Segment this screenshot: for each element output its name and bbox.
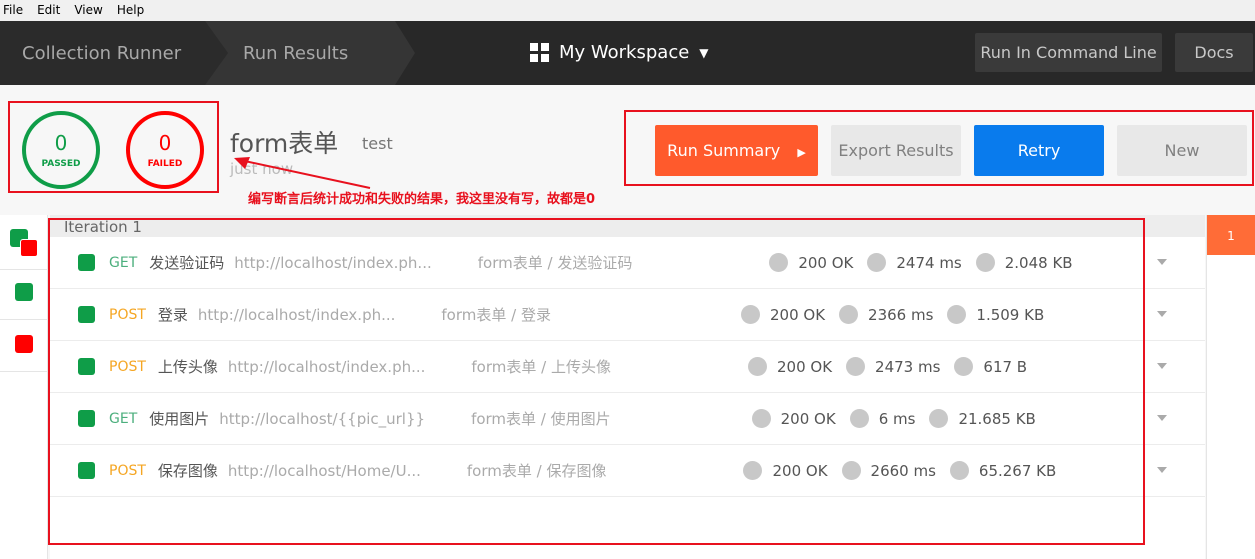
caret-right-icon: ▶ [797, 146, 806, 159]
request-method: GET [109, 410, 138, 427]
size-dot-icon [949, 461, 969, 480]
expand-chevron-icon[interactable] [1157, 311, 1167, 317]
response-status: 200 OK [769, 305, 826, 324]
expand-chevron-icon[interactable] [1157, 363, 1167, 369]
time-dot-icon [867, 253, 887, 272]
time-dot-icon [839, 305, 859, 324]
expand-chevron-icon[interactable] [1157, 259, 1167, 265]
response-time: 2660 ms [870, 461, 936, 480]
pass-status-icon [78, 410, 95, 427]
menu-file[interactable]: File [3, 0, 23, 21]
response-time: 2366 ms [868, 305, 934, 324]
request-path: form表单 / 发送验证码 [477, 254, 633, 272]
response-size: 2.048 KB [1004, 253, 1073, 272]
response-size: 617 B [983, 357, 1028, 376]
size-dot-icon [929, 409, 949, 428]
size-dot-icon [954, 357, 974, 376]
response-size: 1.509 KB [976, 305, 1045, 324]
menu-edit[interactable]: Edit [37, 0, 60, 21]
request-url: http://localhost/index.ph... [234, 253, 432, 272]
request-url: http://localhost/Home/U... [227, 461, 421, 480]
size-dot-icon [975, 253, 995, 272]
request-row[interactable]: POST 登录 http://localhost/index.ph... for… [50, 289, 1205, 341]
size-dot-icon [947, 305, 967, 324]
workspace-switcher[interactable]: My Workspace ▼ [530, 42, 709, 63]
iteration-tab-1[interactable]: 1 [1207, 215, 1255, 255]
pass-status-icon [78, 462, 95, 479]
export-results-button[interactable]: Export Results [831, 125, 961, 176]
environment-name: test [362, 134, 393, 153]
workspace-grid-icon [530, 43, 549, 62]
failed-counter: 0 FAILED [126, 111, 204, 189]
iterations-panel: 1 [1206, 215, 1255, 559]
retry-button[interactable]: Retry [974, 125, 1104, 176]
request-path: form表单 / 上传头像 [471, 358, 611, 376]
annotation-note: 编写断言后统计成功和失败的结果，我这里没有写，故都是0 [248, 192, 596, 207]
fail-square-icon [20, 239, 38, 257]
request-path: form表单 / 保存图像 [466, 462, 607, 480]
status-dot-icon [747, 357, 767, 376]
response-time: 2473 ms [875, 357, 941, 376]
request-method: POST [109, 306, 146, 323]
request-path: form表单 / 登录 [441, 306, 551, 324]
request-method: POST [109, 358, 146, 375]
fail-filter-icon[interactable] [15, 335, 33, 353]
pass-filter-icon[interactable] [15, 283, 33, 301]
request-name: 保存图像 [157, 462, 218, 480]
request-row[interactable]: POST 保存图像 http://localhost/Home/U... for… [50, 445, 1205, 497]
response-status: 200 OK [776, 357, 833, 376]
passed-counter: 0 PASSED [22, 111, 100, 189]
status-dot-icon [740, 305, 760, 324]
menu-help[interactable]: Help [117, 0, 144, 21]
caret-down-icon: ▼ [699, 45, 709, 60]
request-name: 登录 [157, 306, 188, 324]
new-button[interactable]: New [1117, 125, 1247, 176]
expand-chevron-icon[interactable] [1157, 467, 1167, 473]
status-dot-icon [769, 253, 789, 272]
crumb-collection-runner[interactable]: Collection Runner [0, 21, 228, 85]
app-header: Collection Runner Run Results My Workspa… [0, 21, 1255, 85]
time-dot-icon [841, 461, 861, 480]
request-name: 使用图片 [149, 410, 210, 428]
request-row[interactable]: POST 上传头像 http://localhost/index.ph... f… [50, 341, 1205, 393]
crumb-run-results[interactable]: Run Results [205, 21, 415, 85]
response-status: 200 OK [798, 253, 854, 272]
status-dot-icon [743, 461, 763, 480]
response-time: 2474 ms [896, 253, 962, 272]
pass-status-icon [78, 254, 95, 271]
request-row[interactable]: GET 发送验证码 http://localhost/index.ph... f… [50, 237, 1205, 289]
time-dot-icon [849, 409, 869, 428]
iteration-sidebar [0, 215, 48, 559]
docs-button[interactable]: Docs [1175, 33, 1253, 72]
request-method: POST [109, 462, 146, 479]
menu-view[interactable]: View [74, 0, 102, 21]
menu-bar: File Edit View Help [0, 0, 1255, 21]
request-url: http://localhost/{{pic_url}} [219, 409, 426, 428]
request-name: 上传头像 [157, 358, 218, 376]
request-row[interactable]: GET 使用图片 http://localhost/{{pic_url}} fo… [50, 393, 1205, 445]
results-list: Iteration 1 GET 发送验证码 http://localhost/i… [50, 215, 1205, 559]
pass-status-icon [78, 306, 95, 323]
request-method: GET [109, 254, 138, 271]
response-status: 200 OK [772, 461, 828, 480]
request-name: 发送验证码 [149, 254, 225, 272]
response-size: 21.685 KB [958, 409, 1036, 428]
request-url: http://localhost/index.ph... [197, 305, 396, 324]
expand-chevron-icon[interactable] [1157, 415, 1167, 421]
response-time: 6 ms [878, 409, 916, 428]
time-dot-icon [846, 357, 866, 376]
request-path: form表单 / 使用图片 [471, 410, 611, 428]
response-size: 65.267 KB [978, 461, 1057, 480]
run-summary-button[interactable]: Run Summary ▶ [655, 125, 818, 176]
pass-status-icon [78, 358, 95, 375]
request-url: http://localhost/index.ph... [227, 357, 426, 376]
run-in-command-line-button[interactable]: Run In Command Line [975, 33, 1162, 72]
status-dot-icon [751, 409, 771, 428]
iteration-header: Iteration 1 [50, 215, 1205, 237]
response-status: 200 OK [780, 409, 836, 428]
